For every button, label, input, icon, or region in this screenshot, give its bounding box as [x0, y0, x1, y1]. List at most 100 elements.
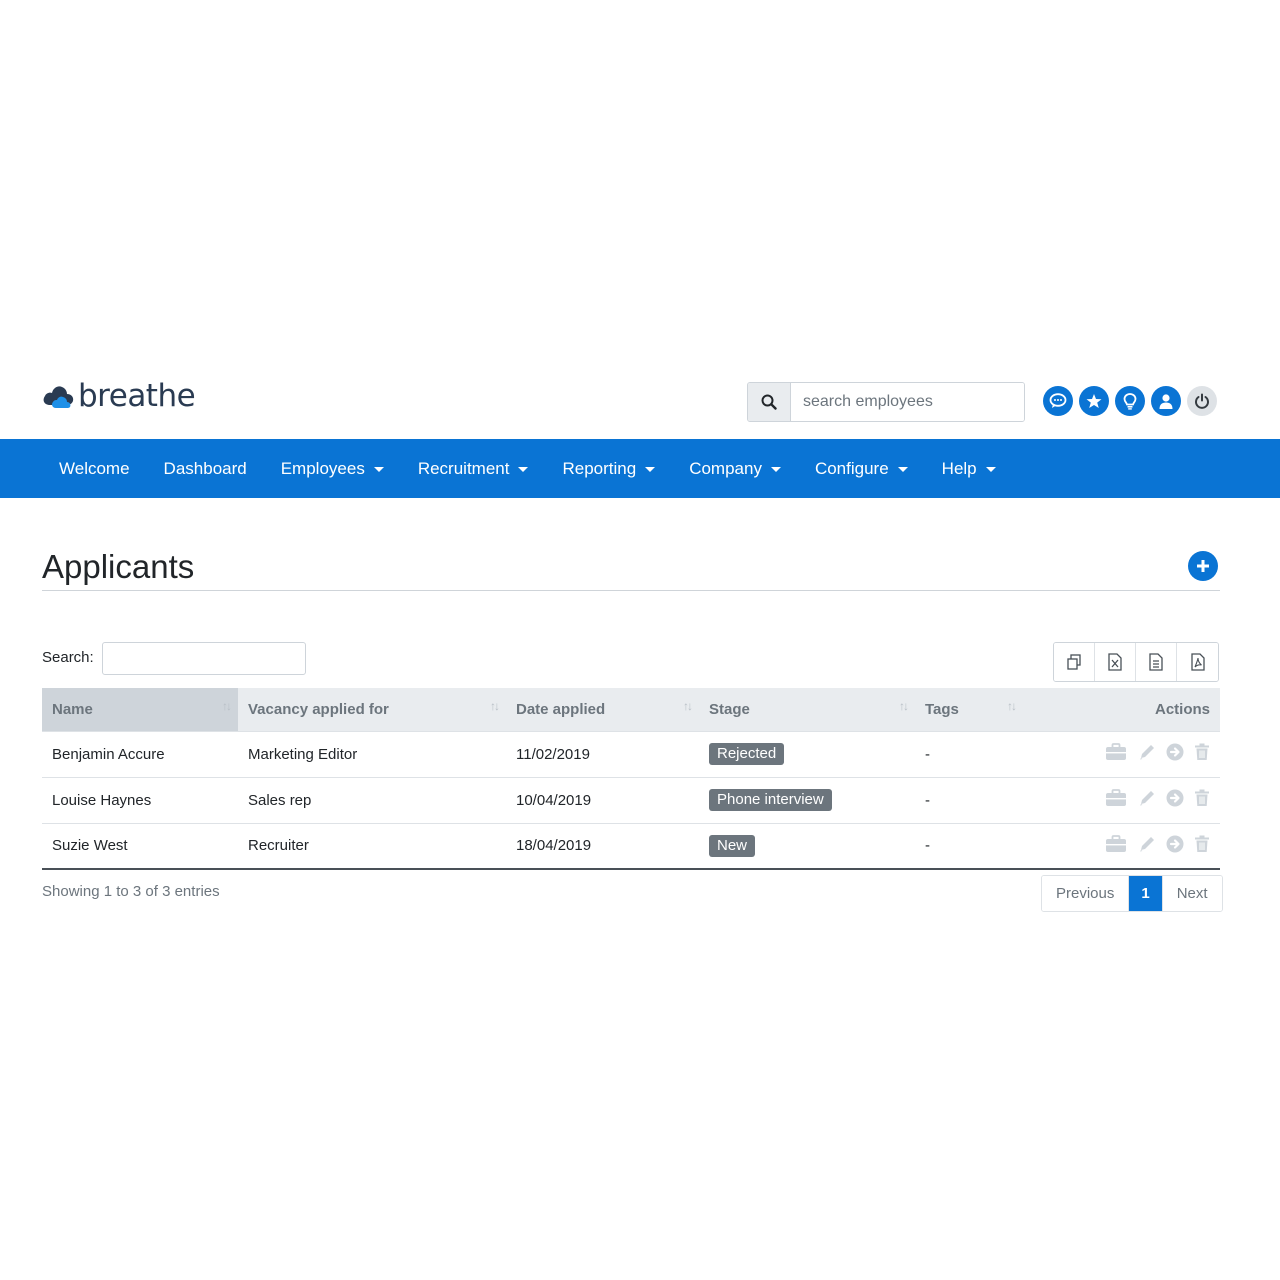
pencil-icon[interactable]	[1138, 743, 1156, 765]
text-file-icon	[1149, 653, 1163, 671]
pagination: Previous 1 Next	[1041, 875, 1223, 912]
caret-down-icon	[897, 467, 908, 472]
nav-label: Reporting	[562, 458, 637, 478]
star-icon[interactable]	[1079, 386, 1109, 416]
column-label: Stage	[709, 700, 750, 718]
stage-badge: Rejected	[709, 743, 785, 765]
copy-button[interactable]	[1054, 643, 1095, 681]
csv-export-button[interactable]	[1136, 643, 1177, 681]
applicant-name[interactable]: Benjamin Accure	[42, 731, 238, 778]
applicant-tags: -	[915, 777, 1023, 824]
pdf-export-button[interactable]	[1177, 643, 1218, 681]
column-label: Date applied	[516, 700, 606, 718]
nav-company[interactable]: Company	[672, 439, 798, 498]
brand-name: breathe	[78, 378, 196, 414]
applicant-tags: -	[915, 823, 1023, 870]
column-label: Name	[52, 700, 93, 718]
nav-employees[interactable]: Employees	[264, 439, 401, 498]
trash-icon[interactable]	[1194, 789, 1210, 811]
header-actions	[1043, 386, 1217, 416]
applicant-vacancy: Marketing Editor	[238, 731, 506, 778]
arrow-circle-right-icon[interactable]	[1166, 743, 1184, 765]
column-header-actions: Actions	[1023, 688, 1220, 732]
table-row: Suzie West Recruiter 18/04/2019 New -	[42, 823, 1220, 870]
sort-icon: ↑↓	[1007, 699, 1017, 713]
trash-icon[interactable]	[1194, 835, 1210, 857]
user-icon[interactable]	[1151, 386, 1181, 416]
applicant-name[interactable]: Suzie West	[42, 823, 238, 870]
column-header-vacancy[interactable]: Vacancy applied for ↑↓	[238, 688, 506, 732]
briefcase-icon[interactable]	[1105, 743, 1127, 765]
chat-icon[interactable]	[1043, 386, 1073, 416]
page-1-button[interactable]: 1	[1129, 876, 1163, 911]
table-header-row: Name ↑↓ Vacancy applied for ↑↓ Date applie…	[42, 688, 1220, 732]
table-search-input[interactable]	[102, 642, 306, 675]
nav-reporting[interactable]: Reporting	[545, 439, 672, 498]
plus-icon	[1197, 560, 1209, 572]
column-label: Actions	[1154, 700, 1210, 718]
next-page-button[interactable]: Next	[1162, 876, 1222, 911]
title-divider	[42, 590, 1220, 591]
nav-help[interactable]: Help	[925, 439, 1013, 498]
applicant-date: 18/04/2019	[506, 823, 699, 870]
arrow-circle-right-icon[interactable]	[1166, 835, 1184, 857]
table-search-label: Search:	[42, 649, 94, 666]
nav-label: Employees	[280, 458, 365, 478]
caret-down-icon	[518, 467, 529, 472]
trash-icon[interactable]	[1194, 743, 1210, 765]
sort-icon: ↑↓	[899, 699, 909, 713]
nav-configure[interactable]: Configure	[798, 439, 925, 498]
nav-label: Recruitment	[417, 458, 510, 478]
export-buttons	[1053, 642, 1219, 682]
nav-recruitment[interactable]: Recruitment	[401, 439, 546, 498]
nav-label: Configure	[814, 458, 889, 478]
column-header-name[interactable]: Name ↑↓	[42, 688, 238, 732]
search-icon[interactable]	[748, 383, 791, 421]
nav-welcome[interactable]: Welcome	[42, 439, 147, 498]
table-info: Showing 1 to 3 of 3 entries	[42, 883, 220, 900]
applicant-name[interactable]: Louise Haynes	[42, 777, 238, 824]
column-label: Tags	[925, 700, 959, 718]
column-label: Vacancy applied for	[248, 700, 389, 718]
excel-file-icon	[1108, 653, 1122, 671]
applicant-vacancy: Sales rep	[238, 777, 506, 824]
applicant-stage: Phone interview	[699, 777, 915, 824]
caret-down-icon	[373, 467, 384, 472]
nav-label: Dashboard	[163, 458, 247, 478]
arrow-circle-right-icon[interactable]	[1166, 789, 1184, 811]
column-header-stage[interactable]: Stage ↑↓	[699, 688, 915, 732]
briefcase-icon[interactable]	[1105, 789, 1127, 811]
power-icon[interactable]	[1187, 386, 1217, 416]
applicant-tags: -	[915, 731, 1023, 778]
column-header-date[interactable]: Date applied ↑↓	[506, 688, 699, 732]
applicant-stage: New	[699, 823, 915, 870]
previous-page-button[interactable]: Previous	[1042, 876, 1130, 911]
row-actions	[1023, 777, 1220, 824]
caret-down-icon	[985, 467, 996, 472]
nav-label: Welcome	[59, 458, 130, 478]
page-title: Applicants	[42, 548, 195, 585]
pencil-icon[interactable]	[1138, 789, 1156, 811]
column-header-tags[interactable]: Tags ↑↓	[915, 688, 1023, 732]
nav-dashboard[interactable]: Dashboard	[147, 439, 264, 498]
applicant-date: 11/02/2019	[506, 731, 699, 778]
table-row: Louise Haynes Sales rep 10/04/2019 Phone…	[42, 777, 1220, 824]
lightbulb-icon[interactable]	[1115, 386, 1145, 416]
main-navbar: Welcome Dashboard Employees Recruitment …	[0, 439, 1280, 498]
pencil-icon[interactable]	[1138, 835, 1156, 857]
caret-down-icon	[645, 467, 656, 472]
add-applicant-button[interactable]	[1188, 551, 1218, 581]
brand-logo[interactable]: breathe	[42, 378, 196, 414]
copy-icon	[1067, 654, 1081, 670]
sort-icon: ↑↓	[490, 699, 500, 713]
pdf-file-icon	[1190, 653, 1205, 671]
applicant-date: 10/04/2019	[506, 777, 699, 824]
briefcase-icon[interactable]	[1105, 834, 1127, 857]
applicant-vacancy: Recruiter	[238, 823, 506, 870]
nav-label: Help	[941, 458, 977, 478]
table-row: Benjamin Accure Marketing Editor 11/02/2…	[42, 731, 1220, 778]
search-employees-input[interactable]	[791, 383, 1024, 421]
sort-icon: ↑↓	[683, 699, 693, 713]
applicants-table: Name ↑↓ Vacancy applied for ↑↓ Date applie…	[42, 688, 1220, 870]
excel-export-button[interactable]	[1095, 643, 1136, 681]
